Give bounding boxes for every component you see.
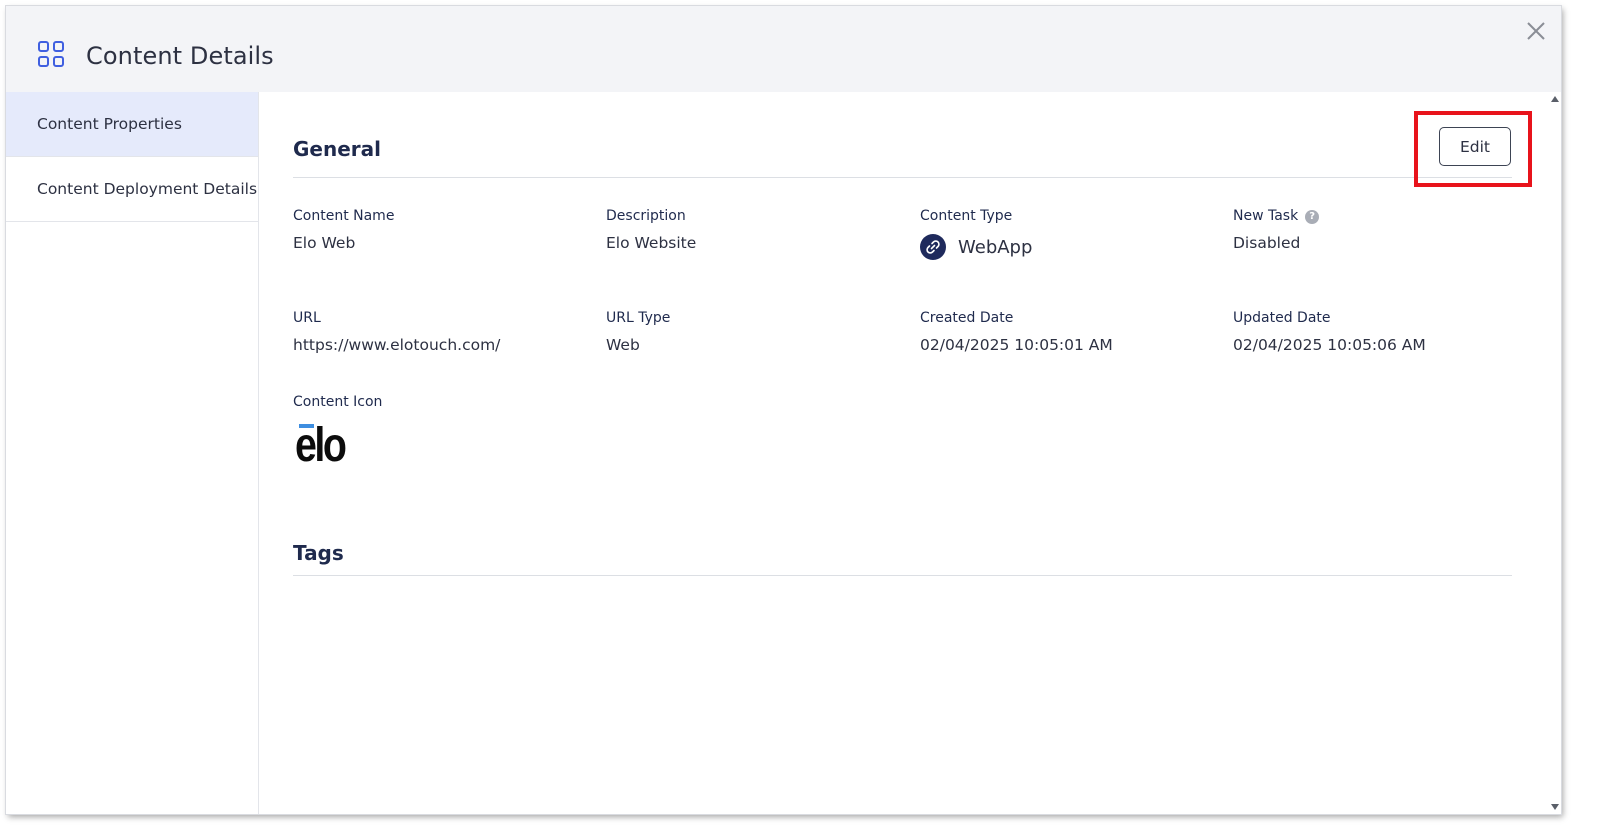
content-type-row: WebApp <box>920 234 1032 260</box>
scroll-down-arrow-icon[interactable] <box>1551 804 1559 810</box>
field-new-task: New Task? Disabled <box>1233 208 1320 252</box>
modal-title: Content Details <box>86 42 274 70</box>
modal-header: Content Details <box>6 6 1561 92</box>
field-content-type: Content Type WebApp <box>920 208 1032 260</box>
content-type-value: WebApp <box>958 236 1033 258</box>
content-details-modal: Content Details Content Properties Conte… <box>6 6 1561 814</box>
description-label: Description <box>606 208 686 224</box>
field-updated-date: Updated Date 02/04/2025 10:05:06 AM <box>1233 310 1426 354</box>
content-name-label: Content Name <box>293 208 395 224</box>
description-value: Elo Website <box>606 234 697 252</box>
tags-section-title: Tags <box>293 541 344 565</box>
sidebar-item-content-properties[interactable]: Content Properties <box>6 92 258 157</box>
general-divider <box>293 177 1512 178</box>
new-task-label: New Task <box>1233 208 1299 224</box>
field-url: URL https://www.elotouch.com/ <box>293 310 500 354</box>
question-icon[interactable]: ? <box>1305 210 1320 224</box>
main-content: General Edit Content Name Elo Web Descri… <box>259 92 1549 814</box>
tags-divider <box>293 575 1512 576</box>
created-date-value: 02/04/2025 10:05:01 AM <box>920 336 1113 354</box>
sidebar-item-content-deployment-details[interactable]: Content Deployment Details <box>6 157 258 222</box>
close-icon[interactable] <box>1525 20 1547 42</box>
field-description: Description Elo Website <box>606 208 696 252</box>
grid-icon <box>38 41 64 67</box>
elo-logo-text: elo <box>295 419 347 472</box>
field-created-date: Created Date 02/04/2025 10:05:01 AM <box>920 310 1113 354</box>
scroll-up-arrow-icon[interactable] <box>1551 96 1559 102</box>
url-type-label: URL Type <box>606 310 671 326</box>
field-url-type: URL Type Web <box>606 310 670 354</box>
url-label: URL <box>293 310 321 326</box>
content-name-value: Elo Web <box>293 234 356 252</box>
url-type-value: Web <box>606 336 640 354</box>
new-task-value: Disabled <box>1233 234 1301 252</box>
field-content-name: Content Name Elo Web <box>293 208 394 252</box>
content-icon-label: Content Icon <box>293 394 383 410</box>
scrollbar[interactable] <box>1549 92 1561 814</box>
updated-date-value: 02/04/2025 10:05:06 AM <box>1233 336 1426 354</box>
created-date-label: Created Date <box>920 310 1014 326</box>
link-icon <box>920 234 946 260</box>
sidebar: Content Properties Content Deployment De… <box>6 92 259 814</box>
new-task-label-row: New Task? <box>1233 208 1320 224</box>
url-value: https://www.elotouch.com/ <box>293 336 501 354</box>
general-section-title: General <box>293 137 381 161</box>
edit-button[interactable]: Edit <box>1439 127 1511 166</box>
updated-date-label: Updated Date <box>1233 310 1331 326</box>
field-content-icon: Content Icon elo <box>293 394 382 472</box>
content-type-label: Content Type <box>920 208 1013 224</box>
elo-logo-icon: elo <box>293 419 349 472</box>
